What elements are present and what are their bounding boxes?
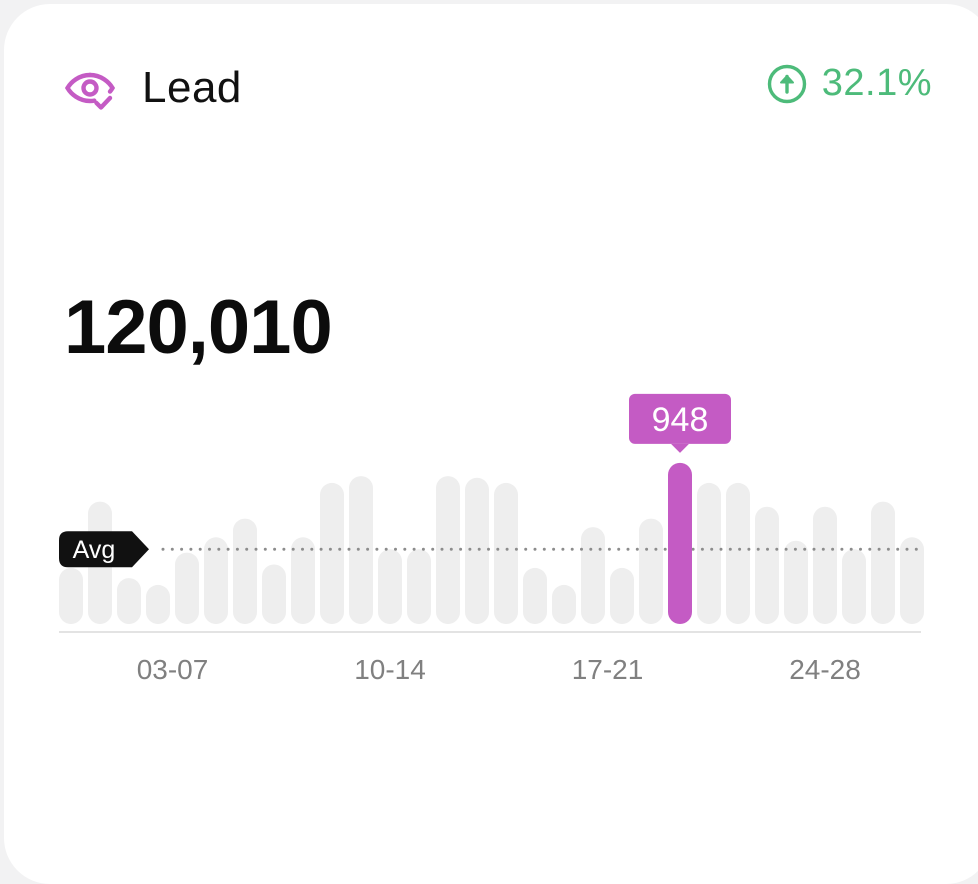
chart-bar[interactable] (117, 578, 141, 624)
chart-bar[interactable] (900, 537, 924, 624)
avg-label: Avg (73, 536, 116, 564)
chart-bar[interactable] (552, 584, 576, 624)
chart-bar-highlighted[interactable] (668, 462, 692, 624)
chart-bar[interactable] (59, 567, 83, 624)
chart-bar[interactable] (697, 482, 721, 624)
value-tooltip-label: 948 (652, 401, 709, 439)
chart-bar[interactable] (610, 567, 634, 624)
chart-bar[interactable] (204, 537, 228, 624)
x-tick-label: 10-14 (354, 654, 426, 685)
lead-bar-chart: Avg 948 03-07 10-14 17-21 24-28 (59, 393, 926, 685)
chart-bar[interactable] (320, 482, 344, 624)
chart-bar[interactable] (407, 549, 431, 624)
chart-bar[interactable] (784, 540, 808, 624)
chart-bar[interactable] (349, 476, 373, 624)
chart-bar[interactable] (871, 501, 895, 624)
chart-bar[interactable] (494, 482, 518, 624)
chart-bar[interactable] (726, 482, 750, 624)
x-tick-label: 17-21 (572, 654, 644, 685)
chart-bar[interactable] (262, 564, 286, 625)
chart-bar[interactable] (755, 506, 779, 624)
chart-bar[interactable] (233, 518, 257, 624)
chart-bar[interactable] (465, 477, 489, 624)
chart-bar[interactable] (639, 518, 663, 624)
chart-bar[interactable] (523, 567, 547, 624)
value-tooltip-pointer (671, 443, 689, 453)
x-tick-label: 24-28 (789, 654, 861, 685)
x-tick-label: 03-07 (137, 654, 209, 685)
chart-bar[interactable] (436, 476, 460, 624)
chart-bar[interactable] (581, 527, 605, 624)
chart-bar[interactable] (813, 506, 837, 624)
chart-bar[interactable] (842, 549, 866, 624)
chart-bar[interactable] (146, 584, 170, 624)
chart-bar[interactable] (175, 552, 199, 624)
chart-bar[interactable] (378, 549, 402, 624)
